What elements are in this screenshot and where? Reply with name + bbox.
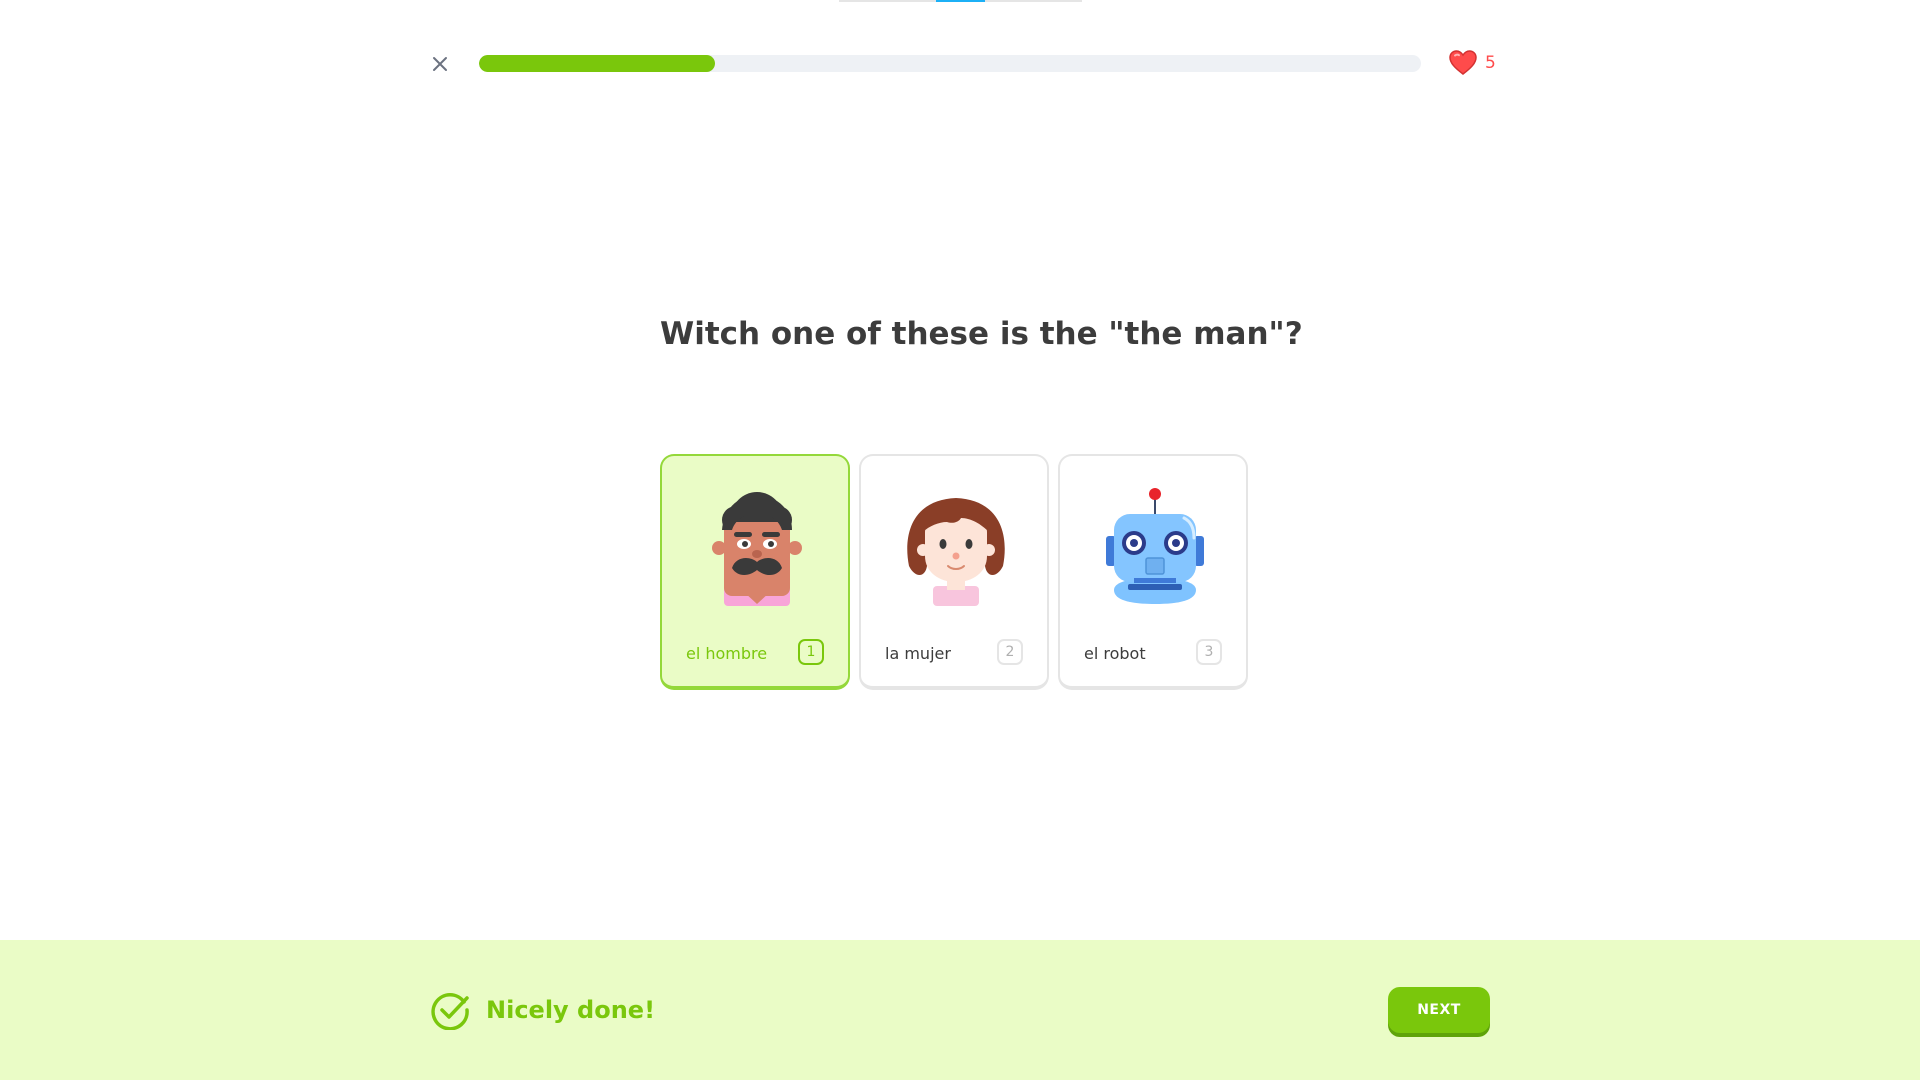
hearts-count: 5 — [1485, 53, 1496, 73]
close-button[interactable] — [426, 50, 454, 78]
top-tab-indicator — [936, 0, 985, 2]
woman-illustration — [907, 498, 1005, 606]
next-button[interactable]: NEXT — [1388, 987, 1490, 1033]
choice-key-badge: 3 — [1196, 639, 1222, 665]
feedback-text: Nicely done! — [486, 996, 656, 1024]
robot-illustration — [1106, 488, 1204, 604]
lesson-page: 5 Witch one of these is the "the man"? e… — [0, 0, 1920, 1080]
choice-card-robot[interactable]: el robot 3 — [1058, 454, 1248, 690]
choice-label: el robot — [1084, 644, 1146, 663]
choice-card-woman[interactable]: la mujer 2 — [859, 454, 1049, 690]
heart-icon — [1449, 50, 1477, 75]
choice-card-man[interactable]: el hombre 1 — [660, 454, 850, 690]
man-illustration — [712, 492, 802, 606]
hearts-counter: 5 — [1449, 50, 1496, 76]
question-prompt: Witch one of these is the "the man"? — [660, 316, 1303, 352]
answer-choices: el hombre 1 la mujer 2 el robot 3 — [660, 454, 1248, 690]
progress-fill — [479, 55, 715, 72]
check-circle-icon — [431, 993, 469, 1030]
choice-label: la mujer — [885, 644, 951, 663]
close-icon — [433, 57, 447, 71]
choice-key-badge: 2 — [997, 639, 1023, 665]
choice-label: el hombre — [686, 644, 768, 663]
feedback-message: Nicely done! — [430, 990, 655, 1030]
feedback-footer: Nicely done! NEXT — [0, 940, 1920, 1080]
choice-key-badge: 1 — [798, 639, 824, 665]
lesson-progress-bar — [479, 55, 1421, 72]
